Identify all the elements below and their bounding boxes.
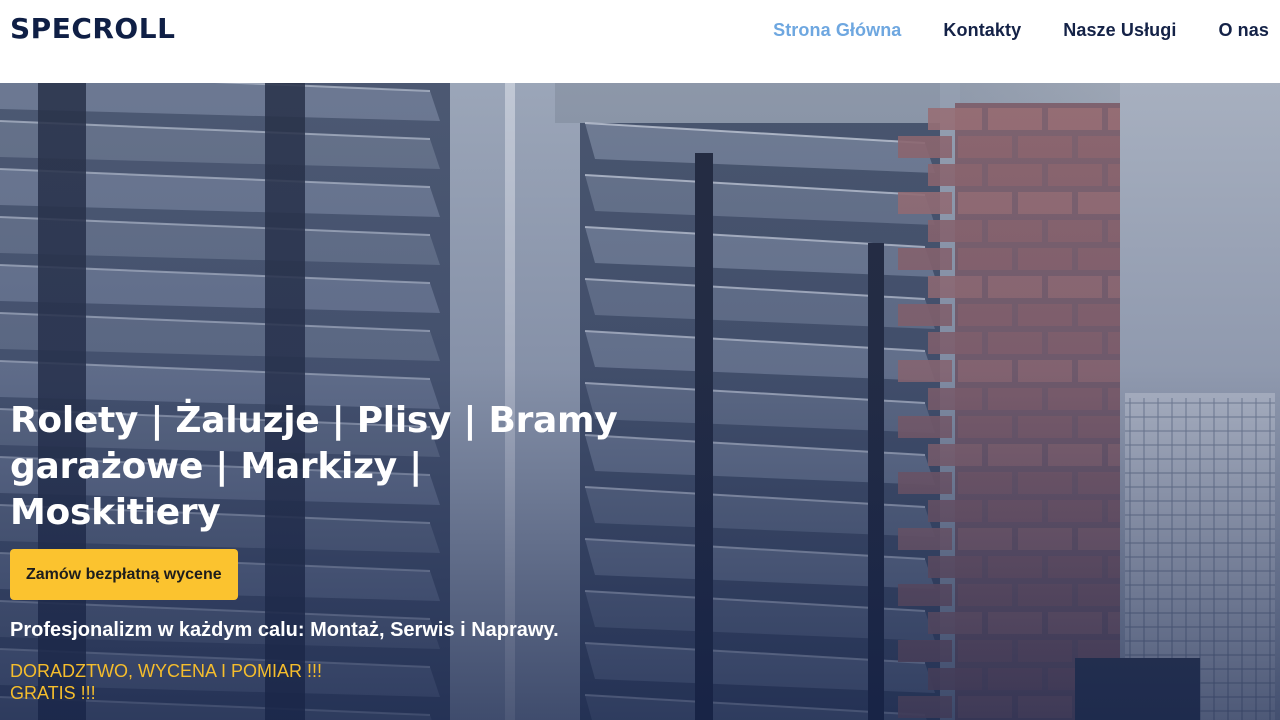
- hero-content: Rolety | Żaluzje | Plisy | Bramy garażow…: [10, 398, 630, 704]
- nav-link-about[interactable]: O nas: [1218, 20, 1269, 41]
- main-nav: Strona Główna Kontakty Nasze Usługi O na…: [773, 20, 1269, 41]
- site-header: SPECROLL Strona Główna Kontakty Nasze Us…: [0, 0, 1280, 83]
- nav-link-home[interactable]: Strona Główna: [773, 20, 901, 41]
- free-offer-text: DORADZTWO, WYCENA I POMIAR !!! GRATIS !!…: [10, 661, 323, 703]
- hero-title: Rolety | Żaluzje | Plisy | Bramy garażow…: [10, 400, 618, 533]
- free-quote-button[interactable]: Zamów bezpłatną wycene: [10, 549, 238, 600]
- nav-link-services[interactable]: Nasze Usługi: [1063, 20, 1176, 41]
- site-logo[interactable]: SPECROLL: [10, 12, 175, 45]
- hero-subtitle: Profesjonalizm w każdym calu: Montaż, Se…: [10, 619, 559, 641]
- nav-link-contacts[interactable]: Kontakty: [943, 20, 1021, 41]
- hero-section: Rolety | Żaluzje | Plisy | Bramy garażow…: [0, 83, 1280, 720]
